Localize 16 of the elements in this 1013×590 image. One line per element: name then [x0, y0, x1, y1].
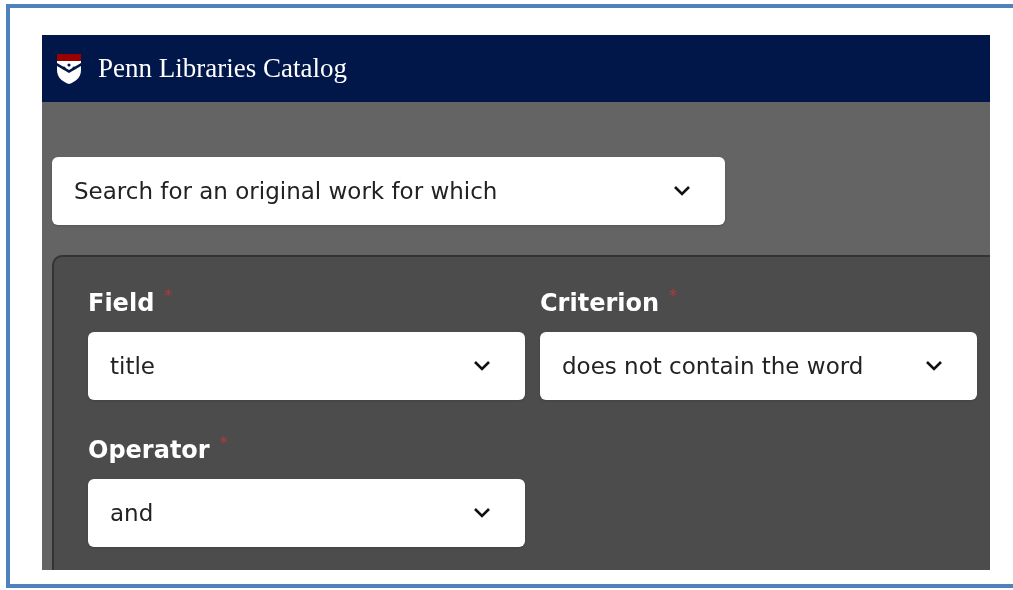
chevron-down-icon — [925, 360, 943, 372]
required-mark: * — [219, 434, 228, 452]
field-label: Operator — [88, 435, 210, 466]
required-mark: * — [669, 287, 678, 305]
required-mark: * — [164, 287, 173, 305]
dropdown-select[interactable]: Search for an original work for which — [52, 157, 725, 225]
dropdown-select[interactable]: does not contain the word — [540, 332, 977, 400]
dropdown-select[interactable]: title — [88, 332, 525, 400]
chevron-down-icon — [673, 185, 691, 197]
field-label: Criterion — [540, 288, 660, 319]
shield-logo-icon — [56, 52, 82, 85]
chevron-down-icon — [473, 360, 491, 372]
field-label: Field — [88, 288, 155, 319]
chevron-down-icon — [473, 507, 491, 519]
dropdown-select[interactable]: and — [88, 479, 525, 547]
site-title[interactable]: Penn Libraries Catalog — [98, 48, 347, 89]
